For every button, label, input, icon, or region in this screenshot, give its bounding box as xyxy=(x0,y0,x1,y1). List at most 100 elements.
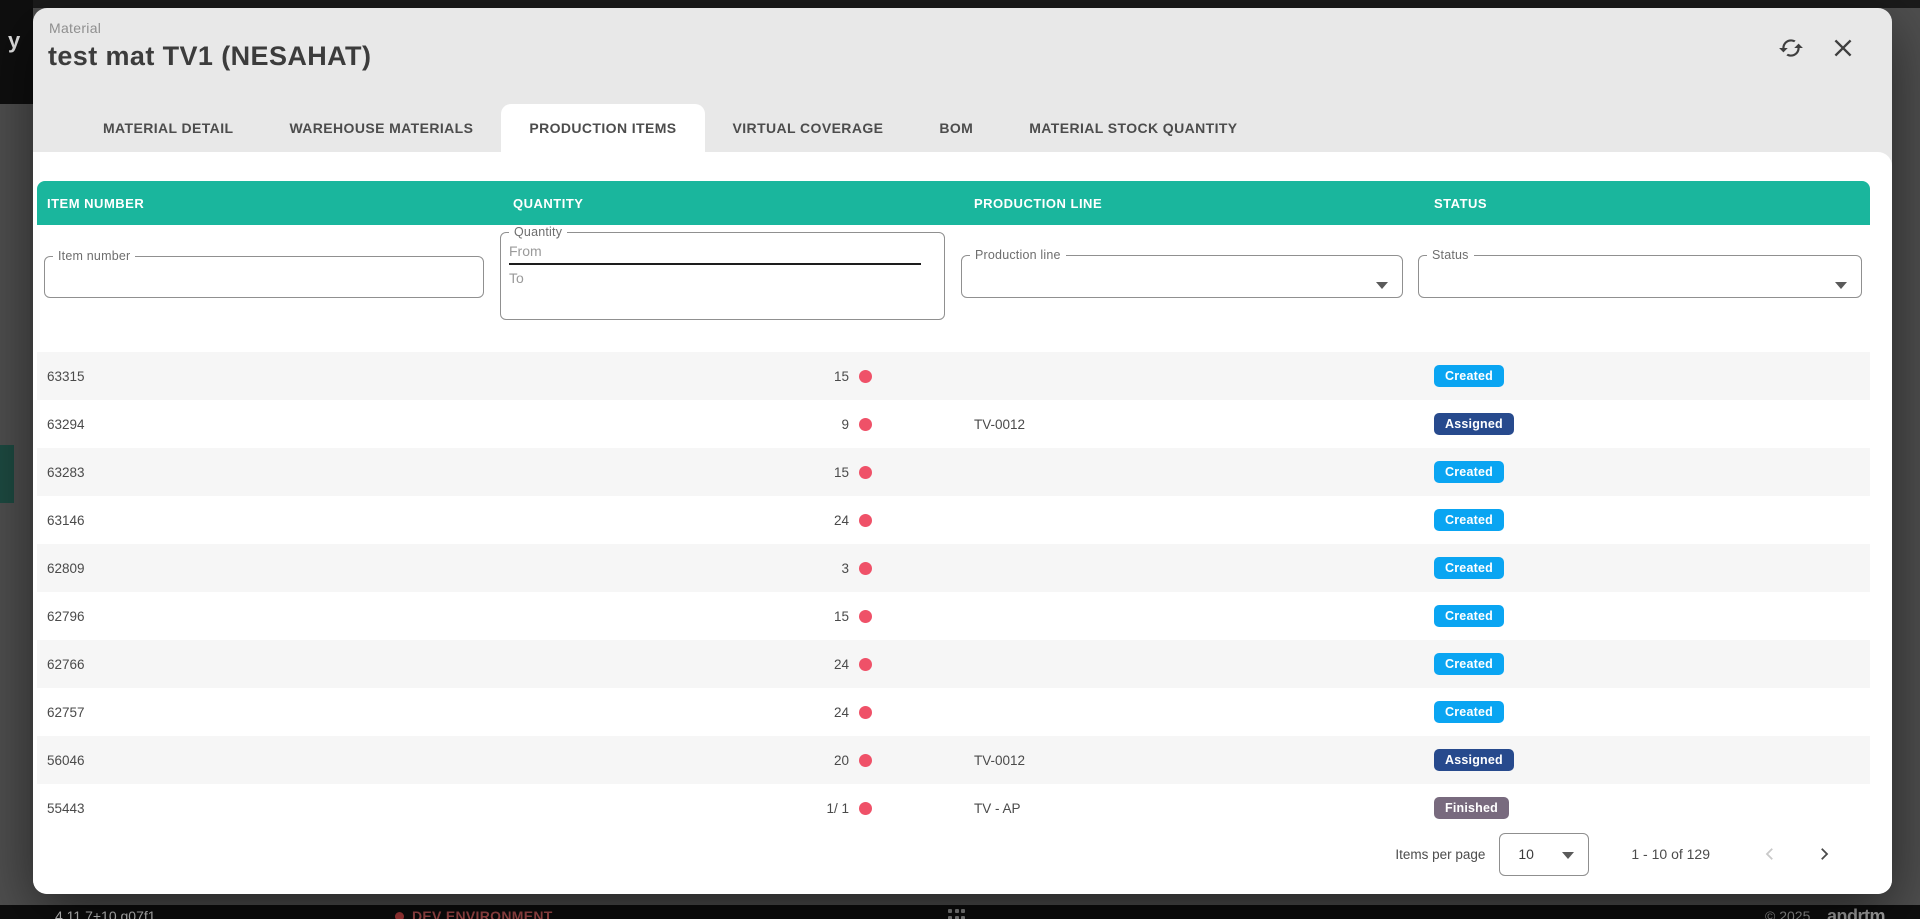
production-line-filter[interactable]: Production line xyxy=(961,248,1403,298)
cell-item-number: 63294 xyxy=(37,417,503,432)
status-badge: Created xyxy=(1434,653,1504,675)
tab-material-stock-quantity[interactable]: MATERIAL STOCK QUANTITY xyxy=(1001,104,1265,152)
filter-row: Item number Quantity Production line Sta… xyxy=(37,225,1870,352)
quantity-status-dot-icon xyxy=(859,658,872,671)
production-line-filter-label: Production line xyxy=(970,248,1066,262)
refresh-icon[interactable] xyxy=(1778,35,1804,61)
material-detail-modal: Material test mat TV1 (NESAHAT) MATERIAL… xyxy=(33,8,1892,894)
item-number-input[interactable] xyxy=(53,263,469,287)
env-label: DEV ENVIRONMENT xyxy=(412,908,553,919)
status-badge: Finished xyxy=(1434,797,1509,819)
table-row[interactable]: 63146 24 Created xyxy=(37,496,1870,544)
chevron-down-icon[interactable] xyxy=(1835,282,1847,289)
chevron-down-icon xyxy=(1562,852,1574,859)
quantity-to-input[interactable] xyxy=(509,265,921,291)
cell-item-number: 55443 xyxy=(37,801,503,816)
table-row[interactable]: 63283 15 Created xyxy=(37,448,1870,496)
quantity-status-dot-icon xyxy=(859,802,872,815)
item-number-filter[interactable]: Item number xyxy=(44,249,484,298)
cell-item-number: 62757 xyxy=(37,705,503,720)
status-badge: Created xyxy=(1434,701,1504,723)
copyright-label: © 2025 xyxy=(1765,908,1810,919)
status-select[interactable] xyxy=(1427,262,1847,286)
pagination-bar: Items per page 10 1 - 10 of 129 xyxy=(33,832,1892,876)
cell-quantity: 15 xyxy=(834,465,849,480)
production-line-select[interactable] xyxy=(970,262,1388,286)
table-row[interactable]: 62766 24 Created xyxy=(37,640,1870,688)
previous-page-button[interactable] xyxy=(1750,834,1790,874)
table-row[interactable]: 55443 1/ 1 TV - AP Finished xyxy=(37,784,1870,832)
status-filter-label: Status xyxy=(1427,248,1474,262)
column-header-production-line: PRODUCTION LINE xyxy=(964,196,1424,211)
dev-environment-badge: DEV ENVIRONMENT xyxy=(395,908,553,919)
production-items-panel: ITEM NUMBER QUANTITY PRODUCTION LINE STA… xyxy=(33,152,1892,894)
next-page-button[interactable] xyxy=(1804,834,1844,874)
items-per-page-select[interactable]: 10 xyxy=(1499,833,1589,876)
background-partial-text: y xyxy=(8,28,20,54)
brand-logo: andrtm xyxy=(1827,906,1885,919)
cell-item-number: 62796 xyxy=(37,609,503,624)
tab-warehouse-materials[interactable]: WAREHOUSE MATERIALS xyxy=(261,104,501,152)
status-filter[interactable]: Status xyxy=(1418,248,1862,298)
env-status-dot-icon xyxy=(395,912,404,919)
cell-quantity: 15 xyxy=(834,369,849,384)
cell-quantity: 3 xyxy=(841,561,849,576)
quantity-status-dot-icon xyxy=(859,418,872,431)
column-header-item-number: ITEM NUMBER xyxy=(37,196,503,211)
cell-item-number: 63315 xyxy=(37,369,503,384)
modal-title: test mat TV1 (NESAHAT) xyxy=(48,41,371,72)
cell-quantity: 1/ 1 xyxy=(826,801,849,816)
items-per-page-label: Items per page xyxy=(1395,847,1485,862)
status-badge: Created xyxy=(1434,365,1504,387)
quantity-filter-label: Quantity xyxy=(509,225,567,239)
chevron-down-icon[interactable] xyxy=(1376,282,1388,289)
cell-item-number: 63283 xyxy=(37,465,503,480)
table-header-row: ITEM NUMBER QUANTITY PRODUCTION LINE STA… xyxy=(37,181,1870,225)
cell-production-line: TV-0012 xyxy=(964,417,1424,432)
status-badge: Assigned xyxy=(1434,749,1514,771)
table-row[interactable]: 62796 15 Created xyxy=(37,592,1870,640)
quantity-status-dot-icon xyxy=(859,610,872,623)
quantity-status-dot-icon xyxy=(859,562,872,575)
items-per-page-value: 10 xyxy=(1518,846,1534,862)
table-body: 63315 15 Created 63294 9 TV-0012 Assigne… xyxy=(37,352,1870,832)
status-badge: Assigned xyxy=(1434,413,1514,435)
table-row[interactable]: 62757 24 Created xyxy=(37,688,1870,736)
quantity-status-dot-icon xyxy=(859,466,872,479)
status-badge: Created xyxy=(1434,605,1504,627)
quantity-status-dot-icon xyxy=(859,706,872,719)
tab-production-items[interactable]: PRODUCTION ITEMS xyxy=(501,104,704,152)
tab-virtual-coverage[interactable]: VIRTUAL COVERAGE xyxy=(705,104,912,152)
cell-quantity: 20 xyxy=(834,753,849,768)
item-number-filter-label: Item number xyxy=(53,249,135,263)
column-header-status: STATUS xyxy=(1424,196,1870,211)
tab-material-detail[interactable]: MATERIAL DETAIL xyxy=(75,104,261,152)
quantity-from-input[interactable] xyxy=(509,239,921,265)
background-sidebar-active-item xyxy=(0,445,14,503)
table-row[interactable]: 56046 20 TV-0012 Assigned xyxy=(37,736,1870,784)
tab-bom[interactable]: BOM xyxy=(911,104,1001,152)
production-items-table: ITEM NUMBER QUANTITY PRODUCTION LINE STA… xyxy=(37,181,1870,832)
quantity-filter[interactable]: Quantity xyxy=(500,225,945,320)
cell-item-number: 56046 xyxy=(37,753,503,768)
cell-item-number: 62766 xyxy=(37,657,503,672)
cell-production-line: TV-0012 xyxy=(964,753,1424,768)
table-row[interactable]: 62809 3 Created xyxy=(37,544,1870,592)
status-badge: Created xyxy=(1434,509,1504,531)
quantity-status-dot-icon xyxy=(859,514,872,527)
table-row[interactable]: 63294 9 TV-0012 Assigned xyxy=(37,400,1870,448)
table-row[interactable]: 63315 15 Created xyxy=(37,352,1870,400)
cell-quantity: 15 xyxy=(834,609,849,624)
cell-quantity: 24 xyxy=(834,513,849,528)
app-version-label: 4.11.7+10.g07f1 xyxy=(55,908,156,919)
quantity-status-dot-icon xyxy=(859,754,872,767)
cell-quantity: 24 xyxy=(834,705,849,720)
status-badge: Created xyxy=(1434,557,1504,579)
apps-grid-icon[interactable] xyxy=(948,909,966,919)
cell-item-number: 63146 xyxy=(37,513,503,528)
status-badge: Created xyxy=(1434,461,1504,483)
app-footer-bar: 4.11.7+10.g07f1 DEV ENVIRONMENT © 2025 a… xyxy=(0,905,1920,919)
close-icon[interactable] xyxy=(1830,35,1856,61)
column-header-quantity: QUANTITY xyxy=(503,196,964,211)
pagination-range-label: 1 - 10 of 129 xyxy=(1631,846,1710,862)
